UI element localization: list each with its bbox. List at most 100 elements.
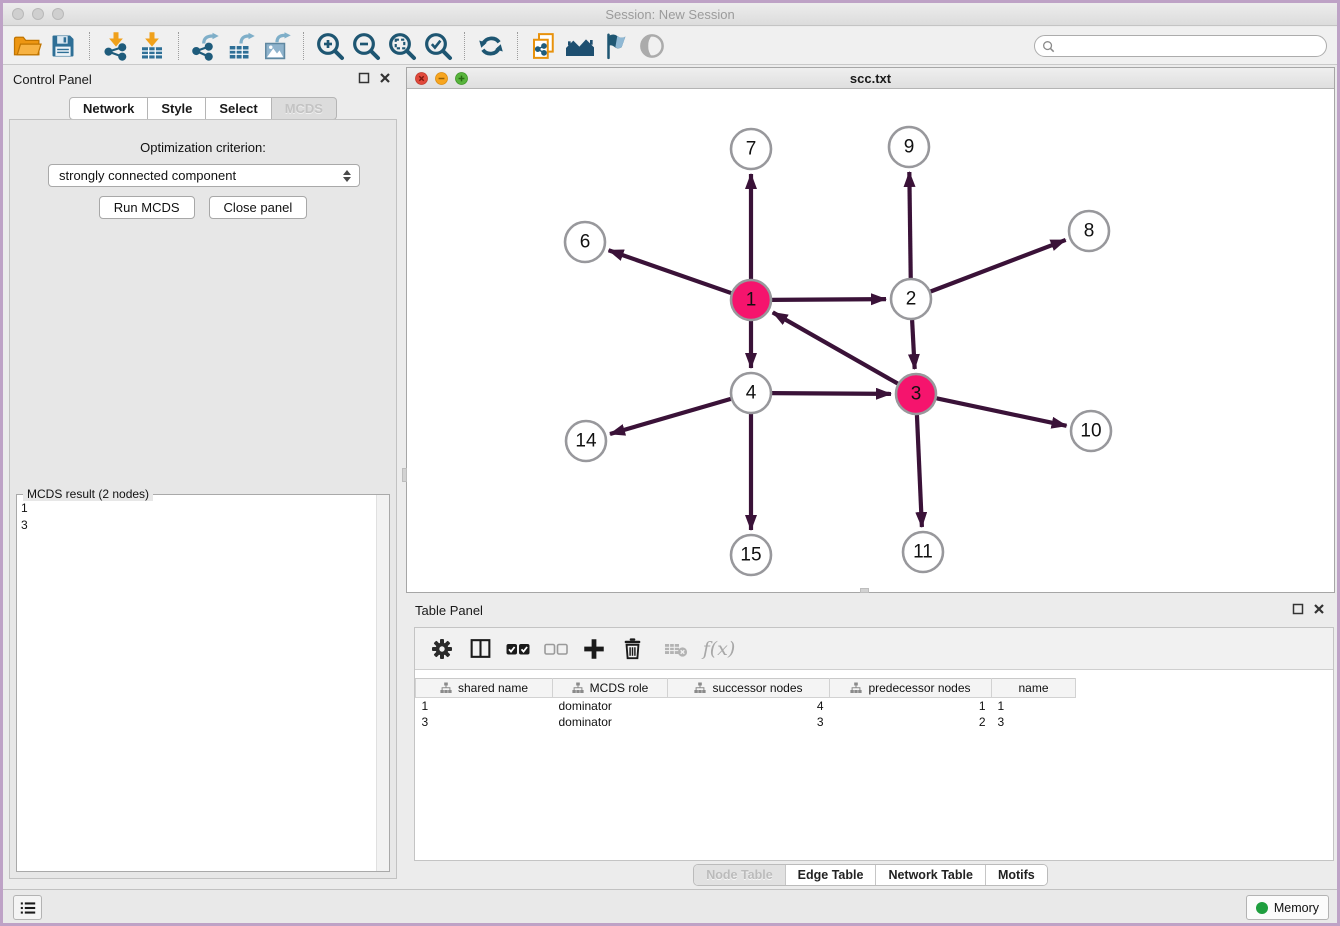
graph-node-label-6: 6 xyxy=(580,232,591,253)
control-panel-header: Control Panel xyxy=(3,66,403,92)
first-neighbors-button[interactable] xyxy=(562,29,598,63)
graph-edge-2-8[interactable] xyxy=(931,240,1066,292)
import-table-button[interactable] xyxy=(134,29,170,63)
table-settings-button[interactable] xyxy=(425,632,459,666)
graph-edge-3-10[interactable] xyxy=(937,398,1067,425)
optimization-criterion-label: Optimization criterion: xyxy=(10,140,396,155)
title-bar[interactable]: Session: New Session xyxy=(3,3,1337,26)
minimize-window-icon[interactable] xyxy=(32,8,44,20)
zoom-selected-button[interactable] xyxy=(420,29,456,63)
save-icon xyxy=(49,32,77,60)
result-scrollbar[interactable] xyxy=(376,495,389,871)
vertical-scroll-thumb[interactable] xyxy=(402,468,407,482)
mcds-result-list[interactable]: 1 3 xyxy=(21,500,28,534)
graph-edge-1-2[interactable] xyxy=(772,299,886,300)
graph-node-label-7: 7 xyxy=(746,139,757,160)
create-column-button[interactable] xyxy=(577,632,611,666)
graph-edge-2-3[interactable] xyxy=(912,320,915,369)
control-panel-title: Control Panel xyxy=(13,72,92,87)
export-network-button[interactable] xyxy=(187,29,223,63)
save-session-button[interactable] xyxy=(45,29,81,63)
import-network-button[interactable] xyxy=(98,29,134,63)
zoom-out-button[interactable] xyxy=(348,29,384,63)
column-header-shared-name[interactable]: shared name xyxy=(416,679,553,698)
trash-icon xyxy=(620,636,645,661)
open-session-button[interactable] xyxy=(9,29,45,63)
select-all-columns-button[interactable] xyxy=(501,632,535,666)
run-mcds-button[interactable]: Run MCDS xyxy=(99,196,195,219)
hide-panel-button[interactable] xyxy=(634,29,670,63)
checked-boxes-icon xyxy=(504,637,532,661)
tab-motifs[interactable]: Motifs xyxy=(985,865,1047,885)
tab-network[interactable]: Network xyxy=(69,97,148,120)
column-header-mcds-role[interactable]: MCDS role xyxy=(553,679,668,698)
zoom-in-button[interactable] xyxy=(312,29,348,63)
show-tasks-button[interactable] xyxy=(13,895,42,920)
graph-node-label-4: 4 xyxy=(746,383,757,404)
import-table-icon xyxy=(137,31,167,61)
result-item: 1 xyxy=(21,500,28,517)
tree-icon xyxy=(850,682,862,694)
refresh-icon xyxy=(476,31,506,61)
graph-edge-3-11[interactable] xyxy=(917,415,922,527)
unselect-all-columns-button[interactable] xyxy=(539,632,573,666)
close-view-icon[interactable] xyxy=(415,72,428,85)
maximize-view-icon[interactable] xyxy=(455,72,468,85)
clone-network-button[interactable] xyxy=(526,29,562,63)
criterion-select[interactable]: strongly connected component xyxy=(48,164,360,187)
status-bar: Memory xyxy=(3,889,1337,923)
search-field[interactable] xyxy=(1034,35,1327,57)
graph-node-label-1: 1 xyxy=(746,290,757,311)
task-list-icon xyxy=(19,900,37,916)
export-table-button[interactable] xyxy=(223,29,259,63)
graph-edge-1-6[interactable] xyxy=(609,250,732,293)
tab-node-table[interactable]: Node Table xyxy=(694,865,784,885)
apply-layout-button[interactable] xyxy=(473,29,509,63)
horizontal-scroll-thumb[interactable] xyxy=(860,588,869,593)
tab-style[interactable]: Style xyxy=(148,97,206,120)
close-window-icon[interactable] xyxy=(12,8,24,20)
table-panel-title: Table Panel xyxy=(415,603,483,618)
float-panel-icon[interactable] xyxy=(358,72,370,84)
table-row[interactable]: 1 dominator 4 1 1 xyxy=(416,698,1076,714)
zoom-fit-button[interactable] xyxy=(384,29,420,63)
memory-button[interactable]: Memory xyxy=(1246,895,1329,920)
column-header-predecessor-nodes[interactable]: predecessor nodes xyxy=(830,679,992,698)
delete-column-button[interactable] xyxy=(615,632,649,666)
float-table-panel-icon[interactable] xyxy=(1292,603,1304,615)
window-title: Session: New Session xyxy=(605,7,734,22)
tree-icon xyxy=(572,682,584,694)
plus-icon xyxy=(581,636,607,662)
network-window-titlebar[interactable]: scc.txt xyxy=(407,68,1334,89)
tab-mcds[interactable]: MCDS xyxy=(272,97,337,120)
tab-network-table[interactable]: Network Table xyxy=(875,865,985,885)
export-image-button[interactable] xyxy=(259,29,295,63)
column-header-name[interactable]: name xyxy=(992,679,1076,698)
graph-edge-4-3[interactable] xyxy=(772,393,891,394)
tab-select[interactable]: Select xyxy=(206,97,271,120)
close-panel-icon[interactable] xyxy=(379,72,391,84)
network-canvas[interactable]: 7968124314101511 xyxy=(407,89,1334,592)
graph-edge-4-14[interactable] xyxy=(610,399,731,434)
column-header-successor-nodes[interactable]: successor nodes xyxy=(668,679,830,698)
zoom-out-icon xyxy=(350,30,382,62)
tab-edge-table[interactable]: Edge Table xyxy=(785,865,876,885)
search-input[interactable] xyxy=(1059,39,1326,53)
close-panel-button[interactable]: Close panel xyxy=(209,196,308,219)
tree-icon xyxy=(694,682,706,694)
browse-columns-button[interactable] xyxy=(463,632,497,666)
import-network-icon xyxy=(101,31,131,61)
close-table-panel-icon[interactable] xyxy=(1313,603,1325,615)
node-table: shared name MCDS role successor nodes pr… xyxy=(415,678,1076,730)
vizmapper-button[interactable] xyxy=(598,29,634,63)
control-panel-tabs: Network Style Select MCDS xyxy=(3,97,403,120)
zoom-window-icon[interactable] xyxy=(52,8,64,20)
toolbar-separator xyxy=(464,32,465,60)
graph-edge-3-1[interactable] xyxy=(773,312,898,383)
graph-edge-2-9[interactable] xyxy=(909,172,910,278)
table-row[interactable]: 3 dominator 3 2 3 xyxy=(416,714,1076,730)
minimize-view-icon[interactable] xyxy=(435,72,448,85)
graph-node-label-10: 10 xyxy=(1080,421,1101,442)
zoom-fit-icon xyxy=(386,30,418,62)
criterion-value: strongly connected component xyxy=(59,168,343,183)
